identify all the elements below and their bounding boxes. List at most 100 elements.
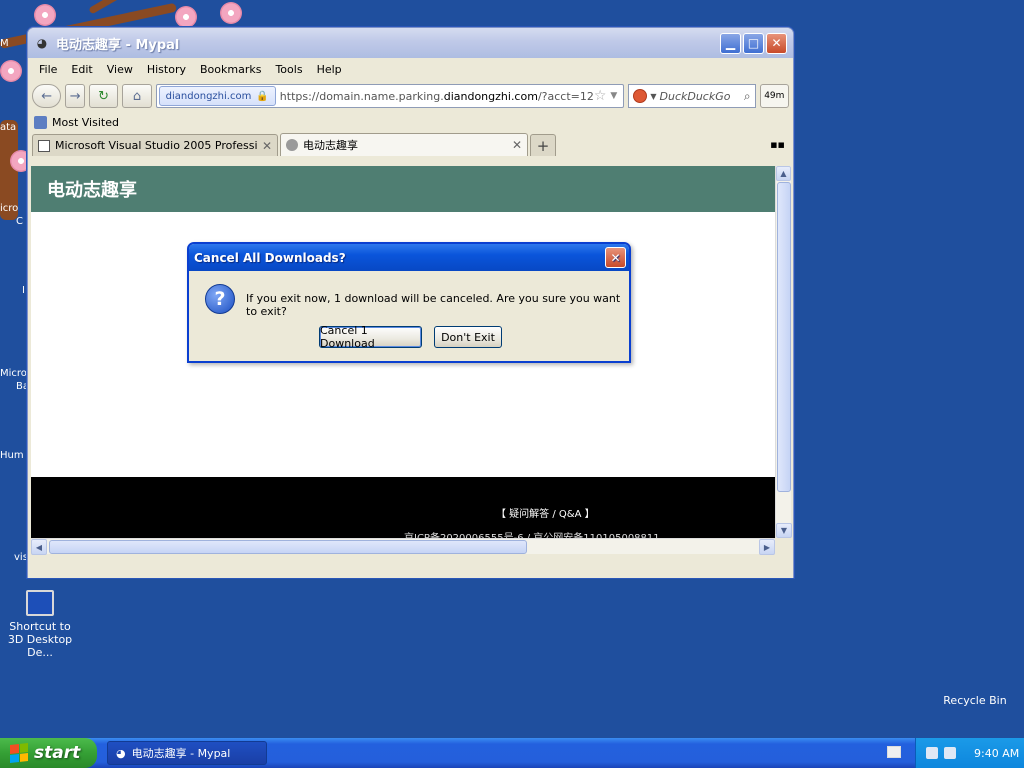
maximize-button[interactable]: □ bbox=[743, 32, 764, 54]
search-dropdown-icon[interactable]: ▼ bbox=[650, 92, 656, 101]
new-tab-button[interactable]: + bbox=[530, 134, 556, 156]
clock[interactable]: 9:40 AM bbox=[974, 747, 1019, 760]
tab-visual-studio[interactable]: Microsoft Visual Studio 2005 Professiona… bbox=[32, 134, 278, 156]
start-label: start bbox=[34, 743, 81, 763]
desktop-clipped-label: C bbox=[16, 216, 23, 227]
list-all-tabs-icon[interactable]: ▪▪ bbox=[770, 138, 785, 151]
cancel-downloads-dialog: Cancel All Downloads? ✕ ? If you exit no… bbox=[187, 242, 631, 363]
mypal-icon: ◕ bbox=[116, 746, 126, 760]
menu-bookmarks[interactable]: Bookmarks bbox=[193, 63, 268, 76]
desktop-clipped-label: Micro bbox=[0, 368, 27, 379]
monitor-icon bbox=[26, 590, 54, 616]
window-title: 电动志趣享 - Mypal bbox=[56, 37, 180, 53]
cancel-download-button[interactable]: Cancel 1 Download bbox=[319, 324, 422, 350]
keyboard-icon[interactable] bbox=[887, 746, 901, 758]
desktop-clipped-label: I bbox=[22, 285, 25, 296]
close-button[interactable]: ✕ bbox=[766, 32, 787, 54]
scroll-right-icon[interactable]: ▶ bbox=[759, 539, 775, 555]
dialog-title: Cancel All Downloads? bbox=[194, 250, 346, 265]
url-domain: diandongzhi.com bbox=[443, 89, 538, 103]
home-button[interactable]: ⌂ bbox=[122, 84, 152, 108]
close-icon: ✕ bbox=[610, 250, 621, 265]
start-button[interactable]: start bbox=[0, 738, 97, 768]
search-placeholder: DuckDuckGo bbox=[659, 89, 731, 103]
desktop-icon-3d-desktop[interactable]: Shortcut to 3D Desktop De... bbox=[2, 590, 78, 659]
menu-file[interactable]: File bbox=[32, 63, 64, 76]
system-tray: 9:40 AM bbox=[915, 738, 1024, 768]
scroll-left-icon[interactable]: ◀ bbox=[31, 539, 47, 555]
identity-label: diandongzhi.com bbox=[165, 90, 252, 102]
tab-close-icon[interactable]: ✕ bbox=[512, 138, 522, 152]
reload-icon: ↻ bbox=[98, 88, 110, 104]
menu-bar: File Edit View History Bookmarks Tools H… bbox=[28, 58, 793, 80]
taskbar-item-label: 电动志趣享 - Mypal bbox=[131, 747, 231, 760]
plus-icon: + bbox=[536, 136, 550, 155]
back-arrow-icon: ← bbox=[41, 88, 53, 104]
tab-close-icon[interactable]: ✕ bbox=[262, 139, 272, 153]
tab-strip: Microsoft Visual Studio 2005 Professiona… bbox=[28, 132, 793, 156]
network-icon[interactable] bbox=[926, 747, 938, 759]
search-icon[interactable]: ⌕ bbox=[744, 89, 751, 104]
tab-diandongzhi[interactable]: 电动志趣享 ✕ bbox=[280, 133, 528, 156]
bookmark-star-icon[interactable]: ☆ bbox=[594, 88, 607, 104]
forward-arrow-icon: → bbox=[69, 88, 81, 104]
vertical-scrollbar[interactable]: ▲ ▼ bbox=[775, 166, 792, 538]
vertical-scroll-thumb[interactable] bbox=[777, 182, 791, 492]
url-text: https://domain.name.parking.diandongzhi.… bbox=[280, 90, 594, 103]
horizontal-scroll-thumb[interactable] bbox=[49, 540, 527, 554]
site-header: 电动志趣享 bbox=[31, 166, 775, 212]
url-dropdown-icon[interactable]: ▼ bbox=[610, 91, 617, 101]
dialog-message: If you exit now, 1 download will be canc… bbox=[246, 292, 621, 318]
url-bar[interactable]: diandongzhi.com 🔒 https://domain.name.pa… bbox=[155, 84, 625, 108]
minimize-button[interactable]: ▁ bbox=[720, 32, 741, 54]
desktop-icon-label: Recycle Bin bbox=[943, 694, 1007, 707]
window-titlebar[interactable]: ◕ 电动志趣享 - Mypal ▁ □ ✕ bbox=[28, 28, 793, 58]
lock-icon: 🔒 bbox=[256, 90, 269, 102]
footer-icp-text: 京ICP备2020006555号-6 / 京公网安备110105008811 bbox=[404, 529, 660, 538]
desktop-icon-label: Shortcut to 3D Desktop De... bbox=[7, 620, 73, 659]
back-button[interactable]: ← bbox=[32, 84, 62, 108]
taskbar-item-mypal[interactable]: ◕ 电动志趣享 - Mypal bbox=[107, 741, 267, 765]
desktop-clipped-label: ata bbox=[0, 122, 17, 133]
menu-tools[interactable]: Tools bbox=[268, 63, 309, 76]
forward-button[interactable]: → bbox=[65, 84, 85, 108]
desktop-clipped-label: Hum bbox=[0, 450, 24, 461]
dont-exit-button[interactable]: Don't Exit bbox=[434, 326, 502, 348]
desktop-clipped-label: M bbox=[0, 38, 9, 49]
desktop-clipped-label: icro bbox=[0, 203, 19, 214]
bookmarks-toolbar: Most Visited bbox=[28, 112, 793, 132]
tab-label: Microsoft Visual Studio 2005 Professiona… bbox=[55, 139, 257, 152]
volume-icon[interactable] bbox=[944, 747, 956, 759]
scroll-down-icon[interactable]: ▼ bbox=[776, 523, 792, 538]
status-bar bbox=[28, 556, 793, 578]
dialog-titlebar[interactable]: Cancel All Downloads? ✕ bbox=[189, 244, 629, 271]
question-icon: ? bbox=[205, 284, 235, 314]
menu-help[interactable]: Help bbox=[310, 63, 349, 76]
most-visited-icon bbox=[34, 115, 47, 129]
menu-view[interactable]: View bbox=[100, 63, 140, 76]
duckduckgo-icon[interactable] bbox=[633, 89, 648, 103]
horizontal-scrollbar[interactable]: ◀ ▶ bbox=[31, 538, 775, 555]
addon-label: 49m bbox=[764, 91, 785, 101]
site-footer: 【 疑问解答 / Q&A 】 京ICP备2020006555号-6 / 京公网安… bbox=[31, 477, 775, 538]
windows-flag-icon bbox=[10, 743, 28, 763]
menu-history[interactable]: History bbox=[140, 63, 193, 76]
search-bar[interactable]: ▼ DuckDuckGo ⌕ bbox=[628, 84, 756, 108]
desktop-clipped-label: vis bbox=[14, 552, 28, 563]
document-icon bbox=[38, 139, 50, 152]
site-identity-button[interactable]: diandongzhi.com 🔒 bbox=[158, 86, 276, 106]
url-prefix: https://domain.name.parking. bbox=[279, 89, 444, 103]
footer-faq-link[interactable]: 【 疑问解答 / Q&A 】 bbox=[496, 505, 595, 520]
bookmark-most-visited[interactable]: Most Visited bbox=[52, 116, 119, 129]
scroll-up-icon[interactable]: ▲ bbox=[776, 166, 791, 181]
tab-label: 电动志趣享 bbox=[303, 139, 358, 152]
desktop-icon-recycle-bin[interactable]: Recycle Bin bbox=[940, 694, 1010, 707]
url-suffix: /?acct=12 bbox=[537, 89, 594, 103]
taskbar: start ◕ 电动志趣享 - Mypal 9:40 AM bbox=[0, 738, 1024, 768]
globe-icon bbox=[286, 139, 298, 151]
reload-button[interactable]: ↻ bbox=[88, 84, 119, 108]
addon-button[interactable]: 49m bbox=[759, 84, 789, 108]
menu-edit[interactable]: Edit bbox=[64, 63, 99, 76]
navigation-toolbar: ← → ↻ ⌂ diandongzhi.com 🔒 https://domain… bbox=[28, 80, 793, 112]
dialog-close-button[interactable]: ✕ bbox=[605, 247, 626, 268]
